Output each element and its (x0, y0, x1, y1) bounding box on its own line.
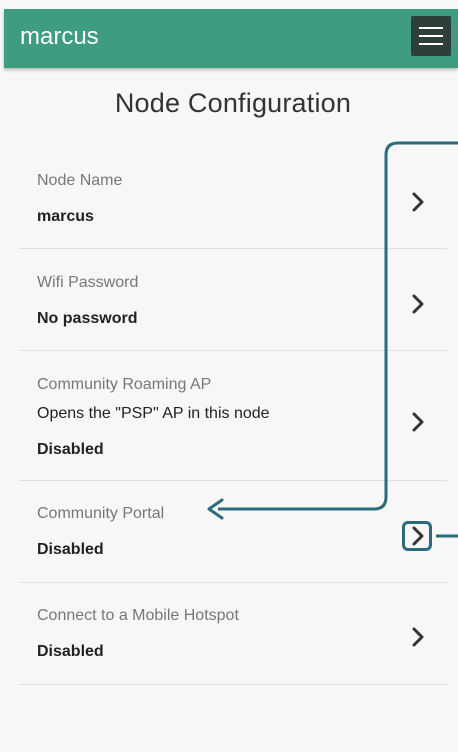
annotation-connector-line (218, 141, 458, 511)
annotation-overlay (207, 141, 458, 538)
